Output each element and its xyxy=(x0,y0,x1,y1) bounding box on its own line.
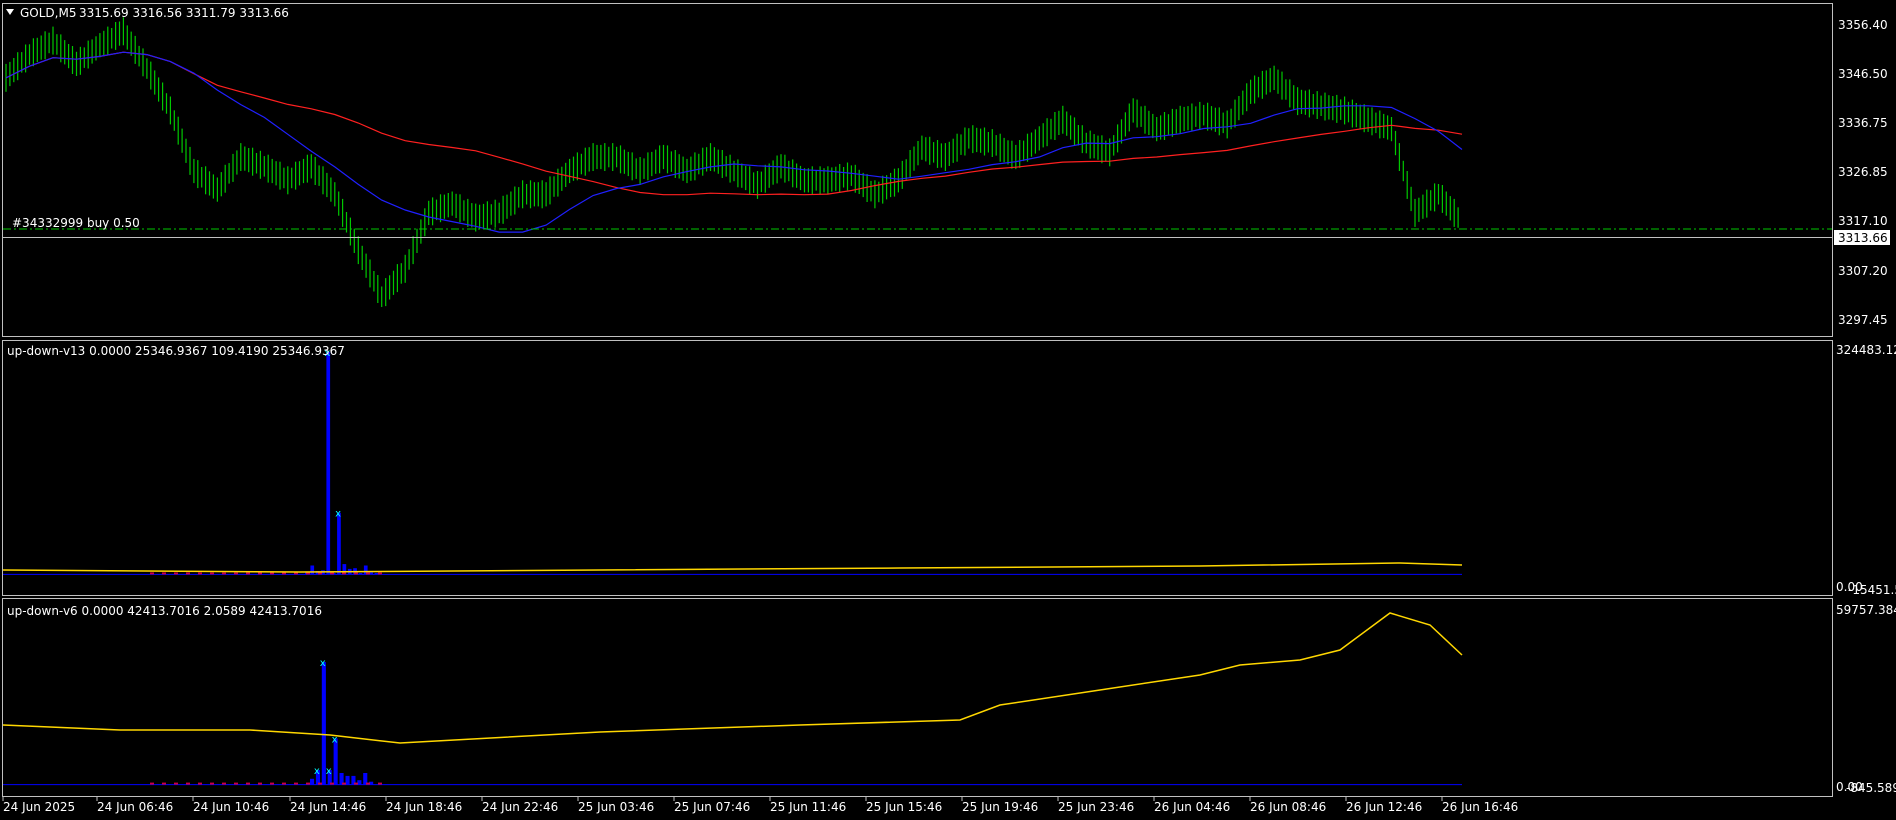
hist-bar-red xyxy=(198,572,202,575)
hist-bar-red xyxy=(282,572,286,575)
time-label: 24 Jun 2025 xyxy=(3,800,75,814)
time-label: 24 Jun 10:46 xyxy=(193,800,269,814)
current-price-label: 3313.66 xyxy=(1838,231,1888,245)
time-label: 24 Jun 18:46 xyxy=(386,800,462,814)
indicator2-panel-frame xyxy=(2,598,1833,797)
price-tick: 3307.20 xyxy=(1838,264,1888,278)
indicator1-panel-frame xyxy=(2,340,1833,596)
marker-icon: x xyxy=(335,509,341,520)
hist-bar-red xyxy=(318,572,322,575)
time-label: 24 Jun 22:46 xyxy=(482,800,558,814)
hist-bar-red xyxy=(198,782,202,785)
hist-bar-red xyxy=(246,782,250,785)
hist-bar-red xyxy=(258,782,262,785)
hist-bar-red xyxy=(234,782,238,785)
indicator1-title: up-down-v13 0.0000 25346.9367 109.4190 2… xyxy=(7,344,345,358)
hist-bar-red xyxy=(330,782,334,785)
hist-bar xyxy=(345,775,350,785)
hist-bar-red xyxy=(306,782,310,785)
indicator2-title: up-down-v6 0.0000 42413.7016 2.0589 4241… xyxy=(7,604,322,618)
hist-bar-red xyxy=(234,572,238,575)
oscillator-line xyxy=(2,612,1463,744)
hist-bar-red xyxy=(378,782,382,785)
time-label: 25 Jun 15:46 xyxy=(866,800,942,814)
marker-icon: x xyxy=(314,766,320,777)
order-label: #34332999 buy 0.50 xyxy=(12,216,140,230)
hist-bar-red xyxy=(366,572,370,575)
hist-bar-red xyxy=(270,572,274,575)
price-tick: 3297.45 xyxy=(1838,313,1888,327)
price-panel-frame xyxy=(2,3,1833,337)
symbol-label: GOLD,M5 xyxy=(20,6,76,20)
time-label: 25 Jun 07:46 xyxy=(674,800,750,814)
time-axis: 24 Jun 2025 24 Jun 06:46 24 Jun 10:46 24 Ju… xyxy=(2,797,1518,814)
price-axis: 3356.40 3346.50 3336.75 3326.85 3317.10 … xyxy=(1838,18,1888,327)
hist-bar-red xyxy=(150,572,154,575)
trading-chart[interactable]: #34332999 buy 0.50 GOLD,M5 3315.69 3316.… xyxy=(0,0,1896,820)
hist-bar-red xyxy=(162,572,166,575)
price-plot xyxy=(5,17,1463,307)
hist-bar-red xyxy=(150,782,154,785)
time-label: 26 Jun 16:46 xyxy=(1442,800,1518,814)
price-tick: 3336.75 xyxy=(1838,116,1888,130)
hist-bar-red xyxy=(354,782,358,785)
time-label: 26 Jun 12:46 xyxy=(1346,800,1422,814)
hist-bar xyxy=(310,565,315,575)
hist-bar-red xyxy=(342,782,346,785)
ohlc-label: 3315.69 3316.56 3311.79 3313.66 xyxy=(79,6,289,20)
hist-bar xyxy=(337,512,341,575)
indicator2-plot: xxxx xyxy=(2,612,1463,786)
hist-bar-red xyxy=(366,782,370,785)
oscillator-line xyxy=(2,562,1463,573)
time-label: 24 Jun 14:46 xyxy=(290,800,366,814)
indicator2-top-value: 59757.384 xyxy=(1836,603,1896,617)
marker-icon: x xyxy=(320,658,326,669)
time-label: 25 Jun 19:46 xyxy=(962,800,1038,814)
indicator2-low-value: -845.5897 xyxy=(1846,781,1896,795)
time-label: 25 Jun 11:46 xyxy=(770,800,846,814)
time-label: 26 Jun 04:46 xyxy=(1154,800,1230,814)
time-label: 24 Jun 06:46 xyxy=(97,800,173,814)
hist-bar-red xyxy=(330,572,334,575)
hist-bar-red xyxy=(210,782,214,785)
time-label: 26 Jun 08:46 xyxy=(1250,800,1326,814)
price-tick: 3346.50 xyxy=(1838,67,1888,81)
indicator1-plot: xx xyxy=(2,348,1463,575)
indicator1-low-value: -15451.57 xyxy=(1848,583,1896,597)
hist-bar-red xyxy=(378,572,382,575)
hist-bar-red xyxy=(318,782,322,785)
hist-bar-red xyxy=(174,572,178,575)
hist-bar-red xyxy=(246,572,250,575)
price-tick: 3326.85 xyxy=(1838,165,1888,179)
price-tick: 3356.40 xyxy=(1838,18,1888,32)
hist-bar xyxy=(326,352,331,575)
hist-bar-red xyxy=(354,572,358,575)
hist-bar-red xyxy=(222,782,226,785)
hist-bar-red xyxy=(210,572,214,575)
marker-icon: x xyxy=(326,766,332,777)
hist-bar-red xyxy=(174,782,178,785)
hist-bar-red xyxy=(282,782,286,785)
price-tick: 3317.10 xyxy=(1838,214,1888,228)
hist-bar-red xyxy=(162,782,166,785)
indicator1-top-value: 324483.12 xyxy=(1836,343,1896,357)
hist-bar-red xyxy=(186,572,190,575)
ma-fast-line xyxy=(5,51,1463,233)
hist-bar xyxy=(310,778,315,785)
time-label: 25 Jun 23:46 xyxy=(1058,800,1134,814)
hist-bar-red xyxy=(342,572,346,575)
dropdown-triangle-icon[interactable] xyxy=(6,9,14,15)
time-label: 25 Jun 03:46 xyxy=(578,800,654,814)
hist-bar xyxy=(374,573,379,575)
hist-bar-red xyxy=(222,572,226,575)
hist-bar-red xyxy=(270,782,274,785)
hist-bar-red xyxy=(258,572,262,575)
hist-bar-red xyxy=(294,782,298,785)
hist-bar-red xyxy=(186,782,190,785)
hist-bar xyxy=(358,573,363,575)
